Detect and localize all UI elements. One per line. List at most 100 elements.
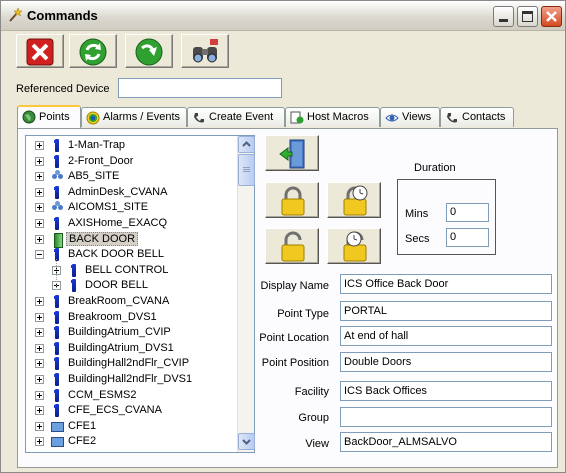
close-button[interactable] xyxy=(541,6,562,27)
minimize-button[interactable] xyxy=(493,6,514,27)
expand-icon[interactable] xyxy=(35,156,44,166)
facility-label: Facility xyxy=(294,386,329,398)
referenced-device-input[interactable] xyxy=(118,78,282,98)
tree-item[interactable]: BACK DOOR xyxy=(26,231,238,248)
tree-item[interactable]: DOOR BELL xyxy=(26,278,238,293)
timed-lock-button[interactable] xyxy=(327,182,381,218)
window-title: Commands xyxy=(27,8,98,23)
expand-icon[interactable] xyxy=(35,297,44,306)
padlock-clock-unlocked-icon xyxy=(343,231,367,262)
expand-icon[interactable] xyxy=(35,312,44,322)
point-location-field[interactable]: At end of hall xyxy=(340,326,552,346)
expand-icon[interactable] xyxy=(35,343,44,353)
tab-alarms-events[interactable]: Alarms / Events xyxy=(81,107,187,127)
tree-item[interactable]: BuildingHall2ndFlr_CVIP xyxy=(26,356,238,371)
tree-item[interactable]: BreakRoom_CVANA xyxy=(26,294,238,309)
search-button[interactable] xyxy=(181,34,229,68)
tree-item[interactable]: CFE_ECS_CVANA xyxy=(26,403,238,418)
point-position-label: Point Position xyxy=(261,357,329,369)
green-arrow-icon xyxy=(135,38,163,66)
expand-icon[interactable] xyxy=(35,406,44,416)
group-field[interactable] xyxy=(340,407,552,427)
tree-item-label: CFE2 xyxy=(68,435,97,448)
point-type-field[interactable]: PORTAL xyxy=(340,301,552,321)
tree-item[interactable]: AXISHome_EXACQ xyxy=(26,216,238,231)
padlock-clock-locked-icon xyxy=(343,185,368,216)
tree-item[interactable]: CFE1 xyxy=(26,419,238,434)
tab-contacts[interactable]: Contacts xyxy=(440,107,514,127)
tree-item[interactable]: Breakroom_DVS1 xyxy=(26,310,238,325)
expand-icon[interactable] xyxy=(35,390,44,400)
point-icon xyxy=(51,248,63,262)
tree-item-label: BuildingAtrium_CVIP xyxy=(68,326,171,339)
tree-item-label: BreakRoom_CVANA xyxy=(68,295,170,307)
tab-create-event[interactable]: Create Event xyxy=(187,107,285,127)
tree-item[interactable]: 1-Man-Trap xyxy=(26,138,238,153)
point-type-label: Point Type xyxy=(277,308,329,320)
expand-icon[interactable] xyxy=(35,328,44,338)
tree-item-label: DOOR BELL xyxy=(85,279,148,292)
padlock-unlocked-icon xyxy=(281,231,305,262)
minimize-icon xyxy=(499,19,508,22)
expand-icon[interactable] xyxy=(35,187,44,197)
scroll-up-button[interactable] xyxy=(238,136,255,153)
expand-icon[interactable] xyxy=(35,141,44,150)
tab-points[interactable]: Points xyxy=(17,105,81,128)
cancel-button[interactable] xyxy=(16,34,64,68)
tab-alarms-events-label: Alarms / Events xyxy=(103,111,181,123)
door-exit-icon xyxy=(279,139,305,169)
tree-item[interactable]: BuildingAtrium_DVS1 xyxy=(26,341,238,356)
tree-item[interactable]: BACK DOOR BELL xyxy=(26,247,238,262)
tree-item[interactable]: BuildingAtrium_CVIP xyxy=(26,325,238,340)
tree-item-label: BuildingAtrium_DVS1 xyxy=(68,341,174,354)
timed-unlock-button[interactable] xyxy=(327,228,381,264)
tree-item[interactable]: BELL CONTROL xyxy=(26,263,238,278)
apply-button[interactable] xyxy=(125,34,173,68)
tree-item-label: BACK DOOR BELL xyxy=(68,248,164,261)
lock-button[interactable] xyxy=(265,182,319,218)
expand-icon[interactable] xyxy=(35,421,44,431)
door-icon xyxy=(51,232,63,248)
title-bar[interactable]: Commands xyxy=(1,1,565,31)
refresh-button[interactable] xyxy=(69,34,117,68)
scroll-thumb[interactable] xyxy=(238,154,255,186)
tree-item[interactable]: BuildingHall2ndFlr_DVS1 xyxy=(26,372,238,387)
expand-icon[interactable] xyxy=(35,437,44,447)
tab-host-macros[interactable]: Host Macros xyxy=(285,107,380,127)
expand-icon[interactable] xyxy=(35,203,44,213)
binoculars-icon xyxy=(193,39,218,63)
facility-field[interactable]: ICS Back Offices xyxy=(340,381,552,401)
point-icon xyxy=(51,357,63,371)
expand-icon[interactable] xyxy=(35,172,44,182)
tree-item[interactable]: AICOMS1_SITE xyxy=(26,200,238,215)
phone-icon xyxy=(447,113,457,123)
computer-icon xyxy=(51,420,64,433)
mins-input[interactable]: 0 xyxy=(446,203,489,222)
close-icon xyxy=(546,11,557,22)
display-name-field[interactable]: ICS Office Back Door xyxy=(340,274,552,294)
exit-door-button[interactable] xyxy=(265,135,319,171)
points-tree[interactable]: 1-Man-Trap 2-Front_Door AB5_SITE AdminDesk_… xyxy=(25,135,255,453)
collapse-icon[interactable] xyxy=(35,250,44,260)
expand-icon[interactable] xyxy=(35,219,44,228)
group-label: Group xyxy=(298,412,329,424)
point-icon xyxy=(51,404,63,418)
expand-icon[interactable] xyxy=(35,359,44,369)
unlock-button[interactable] xyxy=(265,228,319,264)
tree-item-label: CCM_ESMS2 xyxy=(68,388,137,401)
tree-scrollbar[interactable] xyxy=(237,136,255,452)
tree-item[interactable]: CFE2 xyxy=(26,434,238,449)
secs-input[interactable]: 0 xyxy=(446,228,489,247)
tree-item-label: AB5_SITE xyxy=(68,170,120,183)
tree-item[interactable]: AdminDesk_CVANA xyxy=(26,185,238,200)
maximize-button[interactable] xyxy=(517,6,538,27)
tree-item[interactable]: CCM_ESMS2 xyxy=(26,388,238,403)
tab-views[interactable]: Views xyxy=(380,107,440,127)
view-field[interactable]: BackDoor_ALMSALVO xyxy=(340,432,552,452)
point-position-field[interactable]: Double Doors xyxy=(340,352,552,372)
expand-icon[interactable] xyxy=(35,375,44,384)
tree-item[interactable]: 2-Front_Door xyxy=(26,154,238,169)
tree-item[interactable]: AB5_SITE xyxy=(26,169,238,184)
phone-icon xyxy=(194,113,204,123)
expand-icon[interactable] xyxy=(35,234,44,244)
